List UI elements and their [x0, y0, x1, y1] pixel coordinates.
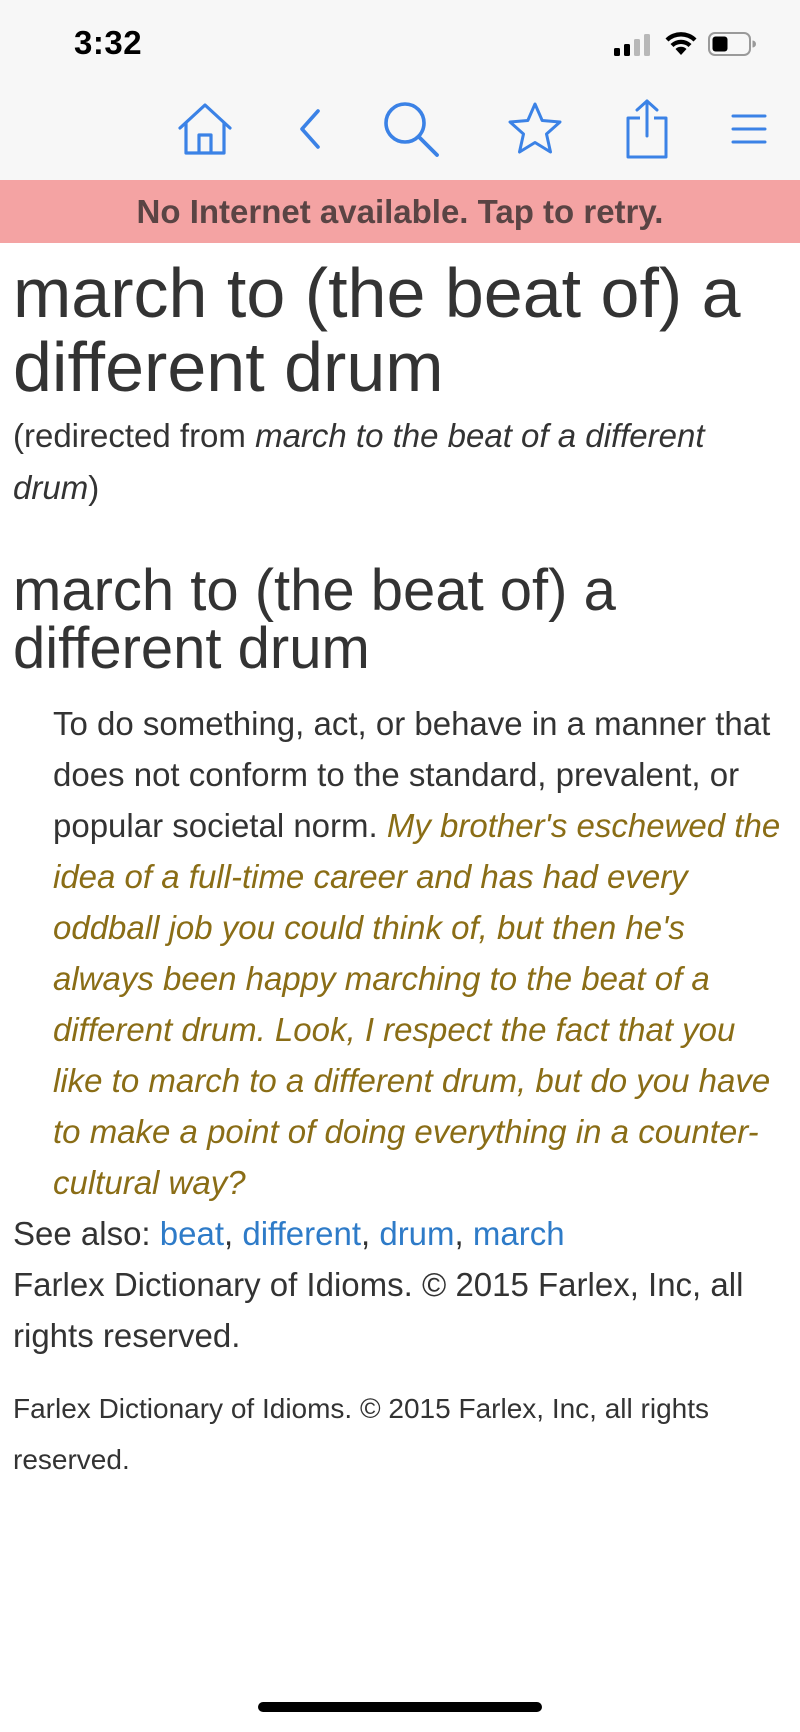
see-also-link-march[interactable]: march — [473, 1215, 565, 1252]
menu-button[interactable] — [718, 100, 780, 162]
status-bar: 3:32 — [0, 0, 800, 82]
see-also-link-drum[interactable]: drum — [379, 1215, 454, 1252]
battery-icon — [708, 32, 756, 56]
back-icon — [296, 107, 326, 156]
redirect-note: (redirected from march to the beat of a … — [13, 410, 793, 514]
definition-block: To do something, act, or behave in a man… — [53, 698, 793, 1208]
see-also-link-beat[interactable]: beat — [160, 1215, 224, 1252]
bookmark-button[interactable] — [504, 100, 566, 162]
home-icon — [176, 101, 234, 162]
search-icon — [381, 99, 441, 164]
source-citation: Farlex Dictionary of Idioms. © 2015 Farl… — [13, 1266, 744, 1354]
share-button[interactable] — [616, 98, 678, 165]
offline-retry-banner[interactable]: No Internet available. Tap to retry. — [0, 180, 800, 243]
footer-citation: Farlex Dictionary of Idioms. © 2015 Farl… — [13, 1393, 709, 1475]
status-time: 3:32 — [74, 24, 143, 61]
see-also: See also: beat, different, drum, march — [13, 1215, 565, 1252]
star-icon — [506, 101, 564, 162]
entry-content: march to (the beat of) a different drum … — [13, 256, 793, 1485]
cellular-signal-icon — [614, 34, 650, 56]
home-button[interactable] — [174, 100, 236, 162]
back-button[interactable] — [280, 100, 342, 162]
search-button[interactable] — [380, 100, 442, 162]
redirect-suffix: ) — [88, 469, 100, 506]
home-indicator — [258, 1702, 542, 1712]
definition-heading: march to (the beat of) a different drum — [13, 558, 616, 681]
example-text: My brother's eschewed the idea of a full… — [53, 807, 781, 1201]
toolbar — [0, 82, 800, 181]
wifi-icon — [664, 30, 698, 56]
share-icon — [624, 98, 670, 165]
redirect-prefix: (redirected from — [13, 417, 256, 454]
see-also-link-different[interactable]: different — [242, 1215, 361, 1252]
menu-icon — [731, 113, 767, 150]
entry-title: march to (the beat of) a different drum — [13, 254, 741, 406]
see-also-label: See also: — [13, 1215, 151, 1252]
